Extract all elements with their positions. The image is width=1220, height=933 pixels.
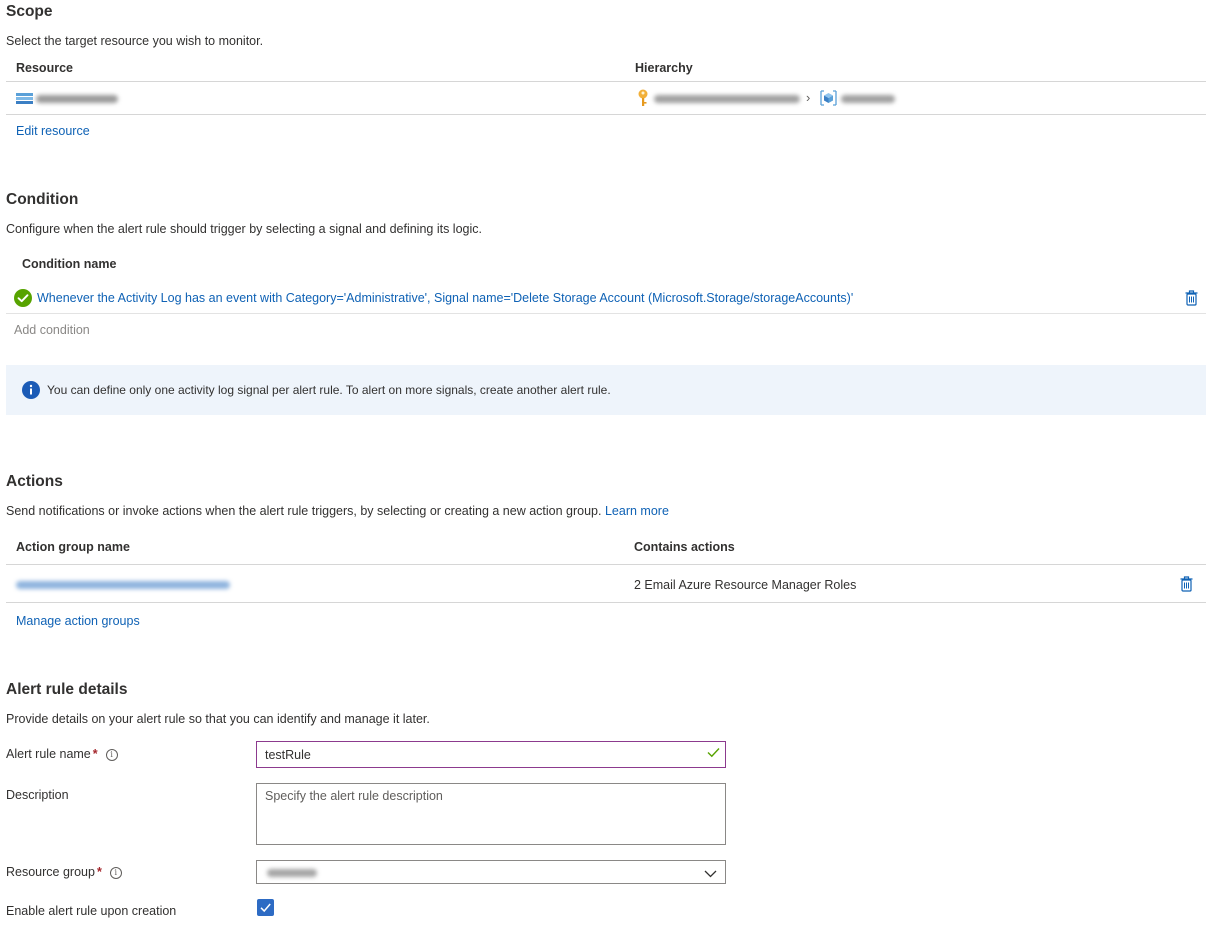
actions-col-contains: Contains actions xyxy=(634,540,735,554)
actions-title: Actions xyxy=(6,473,63,490)
resource-group-label: Resource group * i xyxy=(6,865,122,879)
success-check-icon xyxy=(14,289,32,310)
actions-col-group: Action group name xyxy=(16,540,130,554)
valid-checkmark-icon xyxy=(707,747,720,761)
enable-alert-rule-label: Enable alert rule upon creation xyxy=(6,904,177,918)
required-asterisk: * xyxy=(96,865,102,879)
scope-header-divider xyxy=(6,81,1206,82)
details-title: Alert rule details xyxy=(6,681,128,698)
resource-group-value-redacted xyxy=(267,869,317,877)
description-label: Description xyxy=(6,788,69,802)
delete-action-group-trash-icon[interactable] xyxy=(1180,576,1193,595)
action-group-name-redacted[interactable] xyxy=(16,581,230,589)
description-textarea[interactable] xyxy=(256,783,726,845)
subscription-name-redacted[interactable] xyxy=(654,95,800,103)
delete-condition-trash-icon[interactable] xyxy=(1185,290,1198,309)
enable-alert-rule-checkbox[interactable] xyxy=(257,899,274,916)
actions-row-divider xyxy=(6,602,1206,603)
info-tooltip-icon[interactable]: i xyxy=(109,867,122,879)
resource-name-redacted[interactable] xyxy=(36,95,118,103)
scope-description: Select the target resource you wish to m… xyxy=(6,34,264,48)
info-tooltip-icon[interactable]: i xyxy=(105,749,118,761)
action-contains-value: 2 Email Azure Resource Manager Roles xyxy=(634,578,857,592)
condition-title: Condition xyxy=(6,191,79,208)
checkmark-icon xyxy=(260,903,271,913)
resource-group-name-redacted[interactable] xyxy=(841,95,895,103)
condition-col-name: Condition name xyxy=(22,257,117,271)
alert-rule-name-label-text: Alert rule name xyxy=(6,747,91,761)
chevron-down-icon xyxy=(704,867,717,881)
chevron-right-icon: › xyxy=(806,90,811,105)
info-icon xyxy=(22,381,40,402)
scope-title: Scope xyxy=(6,3,53,20)
scope-row-divider xyxy=(6,114,1206,115)
resource-group-dropdown[interactable] xyxy=(256,860,726,884)
alert-rule-name-label: Alert rule name * i xyxy=(6,747,118,761)
scope-col-hierarchy: Hierarchy xyxy=(635,61,693,75)
condition-row-divider xyxy=(6,313,1206,314)
resource-group-label-text: Resource group xyxy=(6,865,95,879)
condition-row-link[interactable]: Whenever the Activity Log has an event w… xyxy=(37,291,853,305)
actions-description: Send notifications or invoke actions whe… xyxy=(6,504,669,518)
subscription-key-icon xyxy=(637,89,649,110)
manage-action-groups-link[interactable]: Manage action groups xyxy=(16,614,140,628)
add-condition-link[interactable]: Add condition xyxy=(14,323,90,337)
storage-account-icon xyxy=(16,93,33,107)
resource-group-cube-icon xyxy=(820,90,837,109)
actions-header-divider xyxy=(6,564,1206,565)
actions-description-text: Send notifications or invoke actions whe… xyxy=(6,504,602,518)
info-message-text: You can define only one activity log sig… xyxy=(47,383,611,397)
condition-description: Configure when the alert rule should tri… xyxy=(6,222,482,236)
learn-more-link[interactable]: Learn more xyxy=(605,504,669,518)
details-description: Provide details on your alert rule so th… xyxy=(6,712,430,726)
required-asterisk: * xyxy=(92,747,98,761)
alert-rule-name-input[interactable] xyxy=(256,741,726,768)
edit-resource-link[interactable]: Edit resource xyxy=(16,124,90,138)
scope-col-resource: Resource xyxy=(16,61,73,75)
